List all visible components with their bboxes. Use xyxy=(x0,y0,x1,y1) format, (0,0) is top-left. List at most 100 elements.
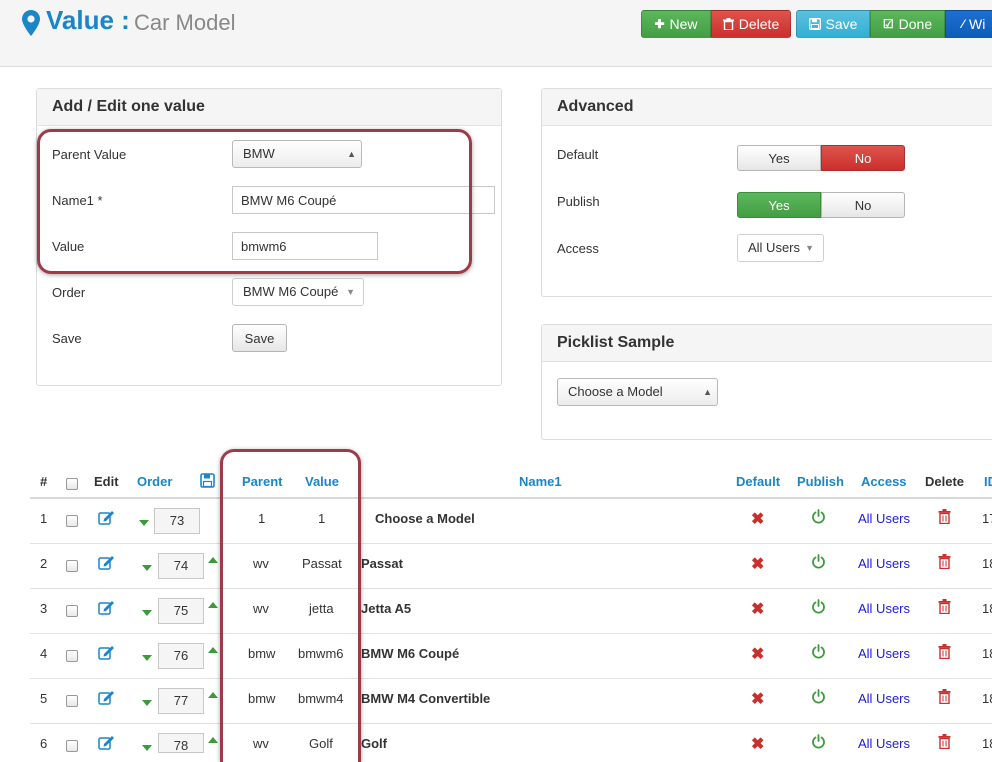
trash-icon[interactable] xyxy=(938,599,951,614)
row-checkbox[interactable] xyxy=(66,515,78,527)
new-button[interactable]: ✚ New xyxy=(641,10,711,38)
save-row-label: Save xyxy=(52,331,82,346)
done-button-label: Done xyxy=(898,16,933,32)
row-id: 18 xyxy=(982,646,992,661)
row-checkbox[interactable] xyxy=(66,560,78,572)
edit-icon[interactable] xyxy=(98,510,115,525)
power-icon[interactable] xyxy=(811,689,826,704)
edit-icon[interactable] xyxy=(98,735,115,750)
row-access-link[interactable]: All Users xyxy=(858,511,910,526)
power-icon[interactable] xyxy=(811,509,826,524)
move-down-icon[interactable] xyxy=(142,700,152,706)
order-input[interactable]: 78 xyxy=(158,733,204,753)
row-access-link[interactable]: All Users xyxy=(858,736,910,751)
row-name1[interactable]: BMW M4 Convertible xyxy=(361,691,490,706)
row-checkbox[interactable] xyxy=(66,650,78,662)
wizard-button[interactable]: ⁄ Wi xyxy=(945,10,992,38)
default-no-icon[interactable]: ✖ xyxy=(751,689,764,709)
power-icon[interactable] xyxy=(811,599,826,614)
trash-icon[interactable] xyxy=(938,554,951,569)
move-up-icon[interactable] xyxy=(208,557,218,563)
move-down-icon[interactable] xyxy=(142,565,152,571)
value-input[interactable] xyxy=(232,232,378,260)
publish-label: Publish xyxy=(557,194,600,209)
col-header-parent[interactable]: Parent xyxy=(242,474,282,489)
page-subtitle: Car Model xyxy=(134,10,236,35)
row-number: 4 xyxy=(40,646,48,661)
order-input[interactable]: 76 xyxy=(158,643,204,669)
row-id: 18 xyxy=(982,691,992,706)
move-down-icon[interactable] xyxy=(142,610,152,616)
parent-value-select[interactable]: BMW ▲ xyxy=(232,140,362,168)
edit-icon[interactable] xyxy=(98,600,115,615)
row-checkbox[interactable] xyxy=(66,695,78,707)
edit-icon[interactable] xyxy=(98,645,115,660)
default-no-icon[interactable]: ✖ xyxy=(751,599,764,619)
row-access-link[interactable]: All Users xyxy=(858,646,910,661)
delete-button[interactable]: Delete xyxy=(711,10,791,38)
table-header-divider xyxy=(30,497,992,499)
row-access-link[interactable]: All Users xyxy=(858,556,910,571)
order-input[interactable]: 73 xyxy=(154,508,200,534)
row-name1[interactable]: Choose a Model xyxy=(375,511,475,526)
default-no-toggle[interactable]: No xyxy=(821,145,905,171)
row-id: 18 xyxy=(982,736,992,751)
default-no-icon[interactable]: ✖ xyxy=(751,734,764,754)
row-parent: bmw xyxy=(248,646,276,661)
edit-icon[interactable] xyxy=(98,555,115,570)
default-no-icon[interactable]: ✖ xyxy=(751,554,764,574)
move-down-icon[interactable] xyxy=(139,520,149,526)
picklist-selected: Choose a Model xyxy=(568,384,663,399)
publish-no-toggle[interactable]: No xyxy=(821,192,905,218)
save-order-icon[interactable] xyxy=(200,473,215,488)
title-separator: : xyxy=(121,5,130,35)
move-down-icon[interactable] xyxy=(142,655,152,661)
name1-input[interactable] xyxy=(232,186,495,214)
power-icon[interactable] xyxy=(811,554,826,569)
trash-icon[interactable] xyxy=(938,734,951,749)
col-header-id[interactable]: ID xyxy=(984,474,992,489)
row-name1[interactable]: Golf xyxy=(361,736,387,751)
edit-icon[interactable] xyxy=(98,690,115,705)
order-select[interactable]: BMW M6 Coupé ▼ xyxy=(232,278,364,306)
default-yes-toggle[interactable]: Yes xyxy=(737,145,821,171)
row-access-link[interactable]: All Users xyxy=(858,601,910,616)
row-name1[interactable]: BMW M6 Coupé xyxy=(361,646,459,661)
row-name1[interactable]: Jetta A5 xyxy=(361,601,411,616)
access-select[interactable]: All Users ▼ xyxy=(737,234,824,262)
picklist-sample-select[interactable]: Choose a Model ▲ xyxy=(557,378,718,406)
toolbar-header: Value : Car Model ✚ New Delete Save ☑ Do… xyxy=(0,0,992,67)
power-icon[interactable] xyxy=(811,734,826,749)
trash-icon[interactable] xyxy=(938,509,951,524)
form-save-button[interactable]: Save xyxy=(232,324,287,352)
publish-yes-toggle[interactable]: Yes xyxy=(737,192,821,218)
order-input[interactable]: 75 xyxy=(158,598,204,624)
trash-icon[interactable] xyxy=(938,689,951,704)
default-no-icon[interactable]: ✖ xyxy=(751,509,764,529)
col-header-order[interactable]: Order xyxy=(137,474,172,489)
col-header-publish[interactable]: Publish xyxy=(797,474,844,489)
row-value: 1 xyxy=(318,511,326,526)
trash-icon[interactable] xyxy=(938,644,951,659)
save-button[interactable]: Save xyxy=(796,10,870,38)
col-header-value[interactable]: Value xyxy=(305,474,339,489)
row-name1[interactable]: Passat xyxy=(361,556,403,571)
map-marker-icon xyxy=(22,10,40,36)
row-checkbox[interactable] xyxy=(66,605,78,617)
move-up-icon[interactable] xyxy=(208,692,218,698)
move-up-icon[interactable] xyxy=(208,602,218,608)
col-header-default[interactable]: Default xyxy=(736,474,780,489)
move-down-icon[interactable] xyxy=(142,745,152,751)
order-input[interactable]: 77 xyxy=(158,688,204,714)
select-all-checkbox[interactable] xyxy=(66,478,78,490)
row-access-link[interactable]: All Users xyxy=(858,691,910,706)
power-icon[interactable] xyxy=(811,644,826,659)
done-button[interactable]: ☑ Done xyxy=(870,10,945,38)
move-up-icon[interactable] xyxy=(208,737,218,743)
col-header-name1[interactable]: Name1 xyxy=(519,474,562,489)
col-header-access[interactable]: Access xyxy=(861,474,907,489)
move-up-icon[interactable] xyxy=(208,647,218,653)
order-input[interactable]: 74 xyxy=(158,553,204,579)
row-checkbox[interactable] xyxy=(66,740,78,752)
default-no-icon[interactable]: ✖ xyxy=(751,644,764,664)
